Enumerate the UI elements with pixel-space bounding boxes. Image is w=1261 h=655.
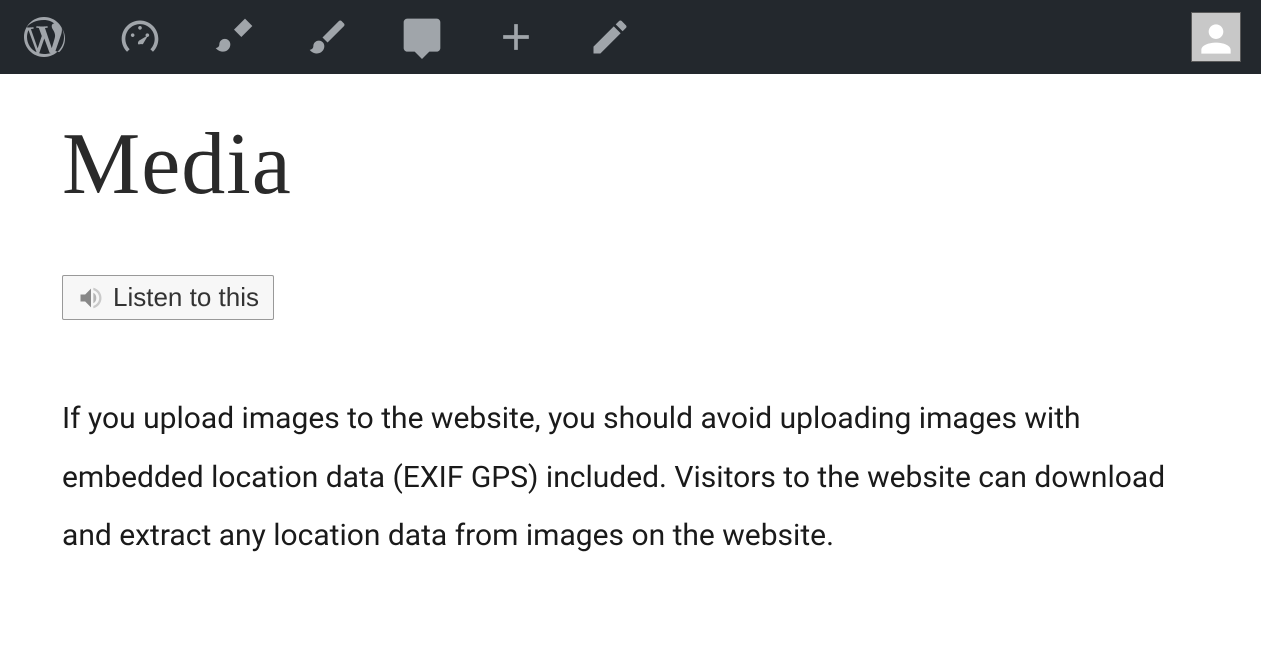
speaker-icon bbox=[77, 284, 105, 312]
customize-brush-icon[interactable] bbox=[212, 15, 256, 59]
admin-bar bbox=[0, 0, 1261, 74]
listen-button-label: Listen to this bbox=[113, 282, 259, 313]
wordpress-logo-icon[interactable] bbox=[20, 13, 68, 61]
page-content: Media Listen to this If you upload image… bbox=[0, 74, 1261, 606]
body-paragraph: If you upload images to the website, you… bbox=[62, 390, 1182, 566]
edit-pencil-icon[interactable] bbox=[588, 15, 632, 59]
page-title: Media bbox=[62, 114, 1199, 215]
add-new-icon[interactable] bbox=[494, 15, 538, 59]
user-avatar[interactable] bbox=[1191, 12, 1241, 62]
paintbrush-icon[interactable] bbox=[306, 15, 350, 59]
admin-bar-left bbox=[20, 13, 632, 61]
comment-icon[interactable] bbox=[400, 15, 444, 59]
listen-button[interactable]: Listen to this bbox=[62, 275, 274, 320]
dashboard-icon[interactable] bbox=[118, 15, 162, 59]
